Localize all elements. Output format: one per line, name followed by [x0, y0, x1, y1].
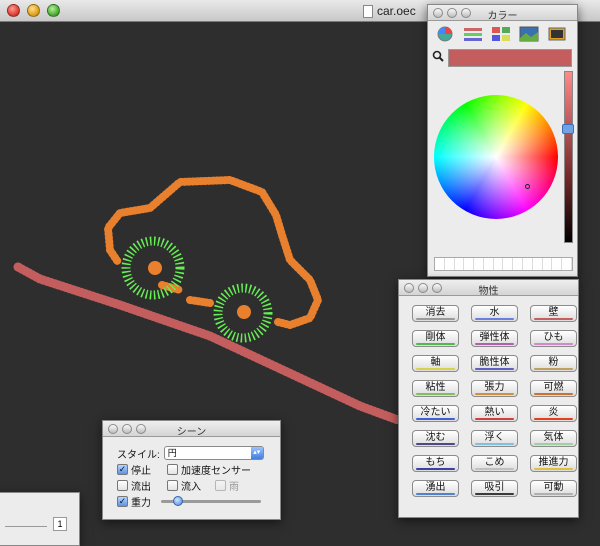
window-title-text: car.oec [377, 4, 416, 18]
color-palette-window: カラー [427, 4, 578, 277]
inflow-label: 流入 [181, 481, 201, 493]
physics-palette-title: 物性 [478, 286, 499, 297]
physics-button[interactable]: 可動 [530, 480, 577, 497]
car-body-stroke [103, 175, 323, 330]
crayons-icon[interactable] [546, 24, 568, 44]
style-row: スタイル: 円 ▴▾ [103, 445, 280, 461]
value-field[interactable]: 1 [53, 517, 67, 531]
options-row-1: ✓ 停止 加速度センサー [103, 461, 280, 477]
hubcap-front [148, 261, 162, 275]
color-palette-title: カラー [487, 11, 518, 22]
physics-button[interactable]: 推進力 [530, 455, 577, 472]
color-palette-title-bar: カラー [428, 5, 577, 22]
scene-palette-title-bar: シーン [103, 421, 280, 438]
current-color-swatch[interactable] [448, 49, 572, 67]
inflow-checkbox[interactable] [167, 479, 178, 491]
physics-button[interactable]: 吸引 [471, 480, 518, 497]
physics-button[interactable]: 沈む [412, 430, 459, 447]
gravity-label: 重力 [131, 497, 151, 509]
color-wheel-marker[interactable] [525, 184, 530, 189]
close-button[interactable] [7, 4, 20, 17]
ruler-ticks [5, 521, 47, 527]
physics-button[interactable]: 軸 [412, 355, 459, 372]
physics-button[interactable]: 浮く [471, 430, 518, 447]
physics-palette-title-bar: 物性 [399, 280, 578, 297]
physics-button[interactable]: 消去 [412, 305, 459, 322]
zoom-button[interactable] [47, 4, 60, 17]
swatch-tray[interactable] [434, 257, 573, 271]
options-row-3: ✓ 重力 [103, 493, 280, 509]
physics-button[interactable]: 熱い [471, 405, 518, 422]
physics-button[interactable]: 水 [471, 305, 518, 322]
color-wheel[interactable] [434, 95, 558, 219]
color-palettes-icon[interactable] [490, 24, 512, 44]
options-row-2: 流出 流入 雨 [103, 477, 280, 493]
color-wheel-icon[interactable] [434, 24, 456, 44]
window-title: car.oec [363, 4, 416, 18]
physics-button[interactable]: 粉 [530, 355, 577, 372]
gravity-checkbox[interactable]: ✓ [117, 495, 128, 507]
wall-stroke [13, 262, 403, 425]
color-sliders-icon[interactable] [462, 24, 484, 44]
brightness-slider-thumb[interactable] [562, 124, 574, 134]
gravity-slider[interactable] [161, 495, 261, 506]
physics-button[interactable]: 冷たい [412, 405, 459, 422]
physics-button[interactable]: 壁 [530, 305, 577, 322]
style-label: スタイル: [117, 449, 160, 461]
physics-button[interactable]: こめ [471, 455, 518, 472]
color-mode-toolbar [428, 21, 577, 47]
image-palettes-icon[interactable] [518, 24, 540, 44]
pause-checkbox[interactable]: ✓ [117, 463, 128, 475]
scene-palette-window: シーン スタイル: 円 ▴▾ ✓ 停止 加速度センサー 流出 流入 雨 ✓ 重力 [102, 420, 281, 520]
physics-button[interactable]: 可燃 [530, 380, 577, 397]
physics-button[interactable]: 弾性体 [471, 330, 518, 347]
physics-button[interactable]: 粘性 [412, 380, 459, 397]
style-select[interactable]: 円 ▴▾ [163, 446, 264, 460]
physics-button[interactable]: 炎 [530, 405, 577, 422]
chevron-updown-icon: ▴▾ [250, 447, 263, 459]
accel-sensor-checkbox[interactable] [167, 463, 178, 475]
partial-window: 1 [0, 492, 80, 546]
color-wheel-area [428, 69, 577, 247]
physics-button[interactable]: 脆性体 [471, 355, 518, 372]
scene-palette-title: シーン [176, 427, 207, 438]
minimize-button[interactable] [27, 4, 40, 17]
outflow-checkbox[interactable] [117, 479, 128, 491]
document-icon [363, 4, 373, 18]
rain-label: 雨 [229, 481, 239, 493]
physics-button[interactable]: ひも [530, 330, 577, 347]
rain-checkbox [215, 479, 226, 491]
physics-buttons-grid: 消去水壁剛体 弾性体 ひも軸脆性体粉粘性 張力 可燃冷たい 熱い炎沈む 浮く 気体もち こめ 推進… [399, 296, 578, 497]
physics-button[interactable]: 湧出 [412, 480, 459, 497]
magnifier-icon[interactable] [432, 49, 444, 67]
physics-button[interactable]: 張力 [471, 380, 518, 397]
physics-palette-window: 物性 消去水壁剛体 弾性体 ひも軸脆性体粉粘性 張力 可燃冷たい 熱い炎沈む 浮く 気体もちこ… [398, 279, 579, 518]
physics-button[interactable]: もち [412, 455, 459, 472]
pause-label: 停止 [131, 465, 151, 477]
gravity-slider-thumb[interactable] [173, 495, 183, 506]
accel-sensor-label: 加速度センサー [181, 465, 251, 477]
physics-button[interactable]: 剛体 [412, 330, 459, 347]
outflow-label: 流出 [131, 481, 151, 493]
brightness-slider[interactable] [564, 71, 573, 243]
hubcap-rear [237, 305, 251, 319]
physics-button[interactable]: 気体 [530, 430, 577, 447]
style-select-value: 円 [167, 448, 177, 458]
current-color-row [428, 47, 577, 69]
